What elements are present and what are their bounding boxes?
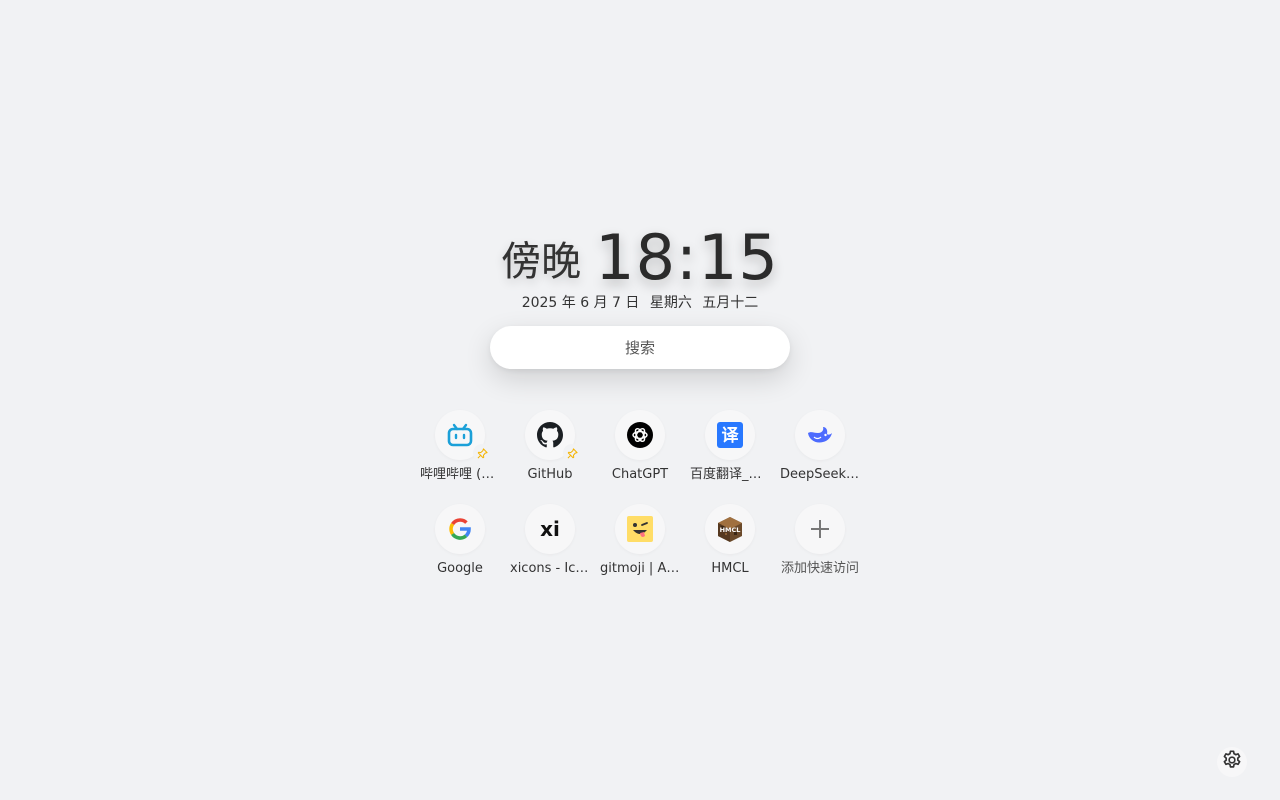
shortcut-label: 哔哩哔哩 (゜-゜)つロ 干杯~-bilibili <box>420 467 500 482</box>
pin-icon[interactable] <box>563 444 581 462</box>
shortcut-label: GitHub <box>527 467 573 482</box>
shortcut-label: DeepSeek | 深度求索 <box>780 467 860 482</box>
clock-time: 18:15 <box>595 221 779 294</box>
add-shortcut-label: 添加快速访问 <box>780 561 859 576</box>
shortcut-label: gitmoji | An emoji guide <box>600 561 680 576</box>
gitmoji-icon <box>615 504 665 554</box>
shortcut-bilibili[interactable]: 哔哩哔哩 (゜-゜)つロ 干杯~-bilibili <box>415 410 505 484</box>
plus-icon <box>795 504 845 554</box>
weekday: 星期六 <box>649 295 692 311</box>
shortcut-hmcl[interactable]: HMCL HMCL <box>685 504 775 578</box>
search-box[interactable]: 搜索 <box>490 326 790 369</box>
baidu-translate-icon: 译 <box>705 410 755 460</box>
settings-button[interactable] <box>1217 747 1247 777</box>
new-tab-page: 傍晚 18:15 2025 年 6 月 7 日 星期六 五月十二 搜索 哔哩哔哩… <box>0 0 1280 800</box>
shortcut-baidu-translate[interactable]: 译 百度翻译_在线翻译 <box>685 410 775 484</box>
xicons-icon: xi <box>525 504 575 554</box>
date: 2025 年 6 月 7 日 <box>521 295 640 311</box>
shortcut-label: ChatGPT <box>611 467 669 482</box>
shortcut-label: HMCL <box>711 561 749 576</box>
shortcut-chatgpt[interactable]: ChatGPT <box>595 410 685 484</box>
shortcut-google[interactable]: Google <box>415 504 505 578</box>
time-period: 傍晚 <box>501 239 582 285</box>
date-line: 2025 年 6 月 7 日 星期六 五月十二 <box>0 292 1280 312</box>
hmcl-icon: HMCL <box>705 504 755 554</box>
shortcut-deepseek[interactable]: DeepSeek | 深度求索 <box>775 410 865 484</box>
gear-icon <box>1221 749 1243 775</box>
shortcut-github[interactable]: GitHub <box>505 410 595 484</box>
chatgpt-icon <box>615 410 665 460</box>
google-icon <box>435 504 485 554</box>
lunar-date: 五月十二 <box>702 295 759 311</box>
deepseek-icon <box>795 410 845 460</box>
bilibili-icon <box>435 410 491 462</box>
svg-text:HMCL: HMCL <box>720 526 741 534</box>
shortcut-gitmoji[interactable]: gitmoji | An emoji guide <box>595 504 685 578</box>
pin-icon[interactable] <box>473 444 491 462</box>
shortcut-grid: 哔哩哔哩 (゜-゜)つロ 干杯~-bilibili GitHub <box>415 410 865 578</box>
search-placeholder: 搜索 <box>624 339 655 357</box>
svg-text:译: 译 <box>722 426 740 446</box>
clock: 傍晚 18:15 <box>0 222 1280 294</box>
shortcut-xicons[interactable]: xi xicons - Icons <box>505 504 595 578</box>
add-shortcut-button[interactable]: 添加快速访问 <box>775 504 865 578</box>
shortcut-label: Google <box>437 561 483 576</box>
shortcut-label: 百度翻译_在线翻译 <box>690 467 770 482</box>
github-icon <box>525 410 581 462</box>
svg-text:xi: xi <box>540 518 560 540</box>
shortcut-label: xicons - Icons <box>510 561 590 576</box>
